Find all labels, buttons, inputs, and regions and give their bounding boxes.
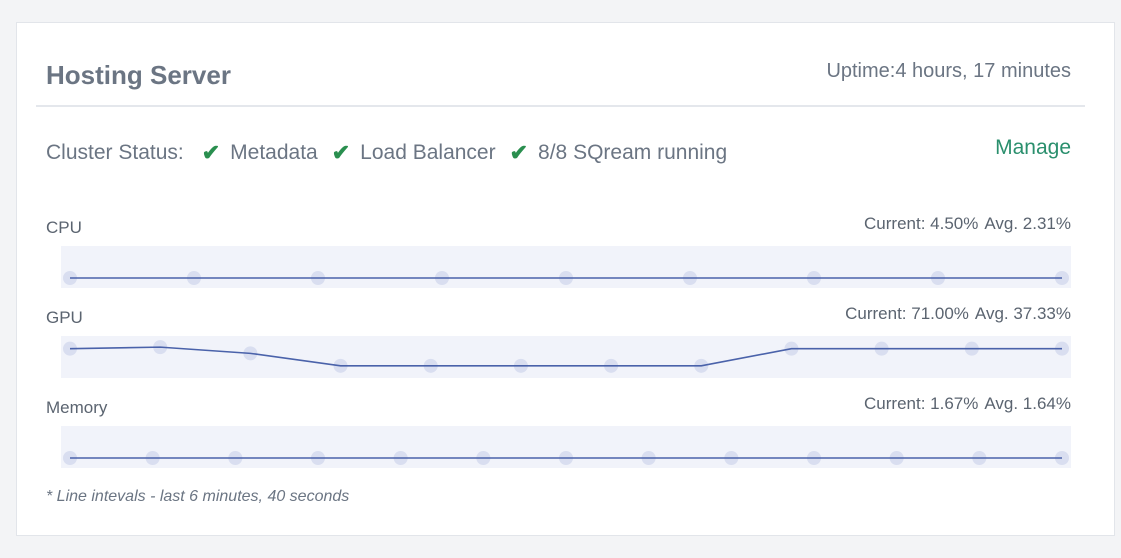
gpu-sparkline (61, 336, 1071, 378)
card-title: Hosting Server (46, 60, 231, 90)
gpu-stats: Current: 71.00% Avg. 37.33% (845, 304, 1071, 324)
check-icon: ✔ (331, 140, 351, 165)
status-item-sqream: 8/8 SQream running (538, 141, 728, 164)
memory-stats: Current: 1.67% Avg. 1.64% (864, 394, 1071, 414)
status-item-metadata: Metadata (230, 141, 318, 164)
uptime-text: Uptime:4 hours, 17 minutes (826, 60, 1071, 82)
cpu-sparkline (61, 246, 1071, 288)
sparkline-line (69, 346, 1062, 367)
memory-sparkline (61, 426, 1071, 468)
cluster-status-label: Cluster Status: (46, 141, 184, 164)
cluster-status: Cluster Status: ✔ Metadata ✔ Load Balanc… (46, 140, 741, 166)
footnote: * Line intevals - last 6 minutes, 40 sec… (46, 488, 350, 505)
cpu-avg: Avg. 2.31% (984, 214, 1071, 233)
gpu-avg: Avg. 37.33% (974, 304, 1071, 323)
gpu-label: GPU (46, 308, 83, 327)
cpu-current: Current: 4.50% (864, 214, 979, 233)
header-divider (36, 105, 1085, 107)
check-icon: ✔ (509, 140, 529, 165)
gpu-current: Current: 71.00% (845, 304, 969, 323)
cpu-stats: Current: 4.50% Avg. 2.31% (864, 214, 1071, 234)
manage-link[interactable]: Manage (995, 136, 1071, 160)
memory-label: Memory (46, 398, 108, 417)
status-item-load-balancer: Load Balancer (360, 141, 496, 164)
check-icon: ✔ (201, 140, 221, 165)
memory-avg: Avg. 1.64% (984, 394, 1071, 413)
cpu-label: CPU (46, 218, 82, 237)
memory-current: Current: 1.67% (864, 394, 979, 413)
